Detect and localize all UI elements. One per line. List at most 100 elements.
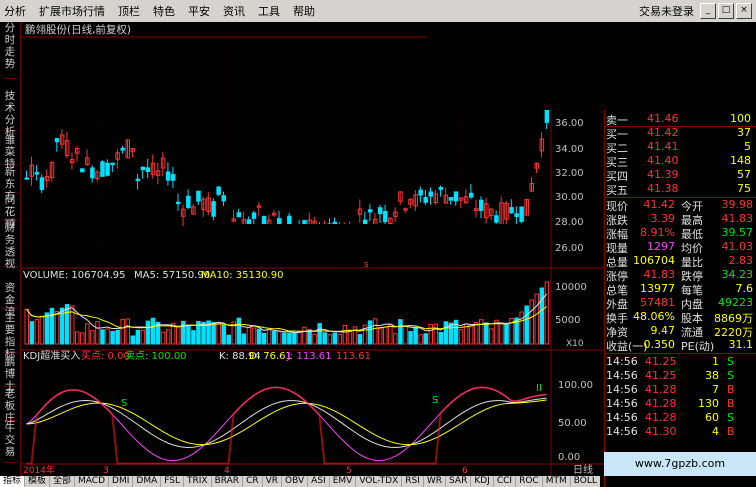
volume-bar: [443, 321, 449, 345]
menu-bar: 分析 扩展市场行情 顶栏 特色 平安 资讯 工具 帮助 交易未登录 _ □ ×: [0, 0, 756, 23]
indicator-tab[interactable]: CCI: [494, 476, 517, 487]
bid-row: 买二 41.41 5: [605, 140, 756, 155]
menu-item[interactable]: 工具: [254, 3, 289, 19]
volume-bar: [221, 324, 226, 345]
left-tab[interactable]: 主要指标: [3, 312, 17, 360]
menu-item[interactable]: 分析: [0, 3, 35, 19]
divider: [605, 353, 756, 354]
maximize-button[interactable]: □: [718, 3, 734, 19]
price-tick: 32.00: [555, 168, 584, 179]
indicator-tab[interactable]: 指标: [0, 476, 26, 487]
left-tab[interactable]: 财务透视: [3, 222, 17, 270]
tick-row: 14:56 41.28 7 B: [605, 383, 756, 397]
volume-bar: [49, 307, 55, 345]
volume-bar: [64, 304, 70, 345]
indicator-tab[interactable]: 全部: [50, 476, 76, 487]
kdj-d: D: 76.61: [249, 351, 292, 362]
tick-price: 41.25: [645, 369, 677, 382]
volume-bar: [29, 321, 35, 345]
candle-body: [378, 207, 383, 215]
volume-bar: [236, 317, 242, 345]
left-tab[interactable]: 资金流: [3, 282, 17, 318]
quote-panel: 卖一 41.46 100 买一 41.42 37 买二 41.41 5 买三 41.40 148 买四 4…: [604, 110, 756, 487]
left-tab[interactable]: 分时走势: [3, 22, 17, 79]
tick-time: 14:56: [606, 369, 638, 382]
left-tab[interactable]: 同花顺: [3, 194, 17, 230]
candle-body: [24, 177, 29, 180]
indicator-tab[interactable]: KDJ: [471, 476, 494, 487]
indicator-tab[interactable]: 模板: [25, 476, 51, 487]
indicator-tab[interactable]: TRIX: [184, 476, 212, 487]
candle-body: [514, 213, 519, 217]
period-label[interactable]: 日线: [566, 461, 600, 476]
close-button[interactable]: ×: [736, 3, 752, 19]
indicator-tab[interactable]: WR: [424, 476, 447, 487]
indicator-tab[interactable]: CR: [243, 476, 263, 487]
volume-bar: [438, 332, 444, 345]
candle-body: [287, 215, 292, 225]
left-tab[interactable]: 鹏博士: [3, 356, 17, 392]
left-tab[interactable]: 新东方: [3, 166, 17, 202]
indicator-tab[interactable]: FSL: [161, 476, 184, 487]
volume-bar: [135, 329, 141, 345]
volume-bar: [241, 333, 247, 345]
menu-item[interactable]: 特色: [149, 3, 184, 19]
indicator-tab-bar: 指标 模板 全部 MACD DMI DMA FSL TRIX BRAR CR VR OBV ASI EMV…: [0, 476, 600, 487]
candle-body: [423, 196, 428, 203]
kdj-s-marker: S: [432, 395, 438, 406]
trade-login-button[interactable]: 交易未登录: [633, 3, 700, 19]
candle-body: [418, 189, 423, 196]
volume-bar: [186, 325, 191, 345]
indicator-tab[interactable]: DMA: [133, 476, 162, 487]
indicator-tab[interactable]: DMI: [109, 476, 134, 487]
candle-body: [251, 212, 257, 219]
candle-body: [453, 191, 459, 202]
left-tab[interactable]: 雏菜特: [3, 134, 17, 170]
indicator-tab[interactable]: VOL-TDX: [356, 476, 403, 487]
bid-volume: 57: [737, 168, 751, 181]
indicator-tab[interactable]: EMV: [330, 476, 357, 487]
bid-price: 41.38: [647, 182, 679, 195]
date-label: 5: [346, 466, 352, 476]
menu-item[interactable]: 扩展市场行情: [35, 3, 114, 19]
tick-direction: B: [727, 383, 735, 396]
menu-item[interactable]: 帮助: [289, 3, 324, 19]
bid-label: 买五: [606, 184, 628, 197]
tick-price: 41.28: [645, 383, 677, 396]
stat-row: 现价 41.42 今开 39.98: [605, 198, 756, 213]
stat-value: 1297: [647, 240, 675, 253]
left-tab[interactable]: 老板庄: [3, 388, 17, 424]
indicator-tab[interactable]: OBV: [282, 476, 309, 487]
left-tab[interactable]: 技术分析: [3, 90, 17, 138]
indicator-tab[interactable]: MTM: [543, 476, 571, 487]
indicator-tab[interactable]: MACD: [75, 476, 110, 487]
ask-volume: 100: [730, 112, 751, 125]
indicator-tab[interactable]: ROC: [516, 476, 543, 487]
minimize-button[interactable]: _: [700, 3, 716, 19]
candle-body: [176, 201, 181, 205]
left-tab[interactable]: 牛交易: [3, 422, 17, 463]
indicator-tab[interactable]: BOLL: [571, 476, 600, 487]
menu-right: 交易未登录 _ □ ×: [633, 3, 756, 19]
stat-value: 7.6: [735, 282, 754, 295]
stat-row: 外盘 57481 内盘 49223: [605, 296, 756, 311]
indicator-tab[interactable]: RSI: [402, 476, 424, 487]
candle-body: [362, 219, 368, 225]
indicator-tab[interactable]: BRAR: [212, 476, 244, 487]
candle-body: [509, 207, 514, 214]
menu-item[interactable]: 平安: [184, 3, 219, 19]
volume-bar: [448, 322, 454, 345]
candle-body: [448, 197, 454, 201]
menu-item[interactable]: 顶栏: [114, 3, 149, 19]
tick-price: 41.30: [645, 425, 677, 438]
indicator-tab[interactable]: VR: [263, 476, 283, 487]
tick-direction: S: [727, 355, 734, 368]
stat-value: 0.350: [643, 338, 676, 351]
tick-row: 14:56 41.28 60 S: [605, 411, 756, 425]
stat-row: 涨幅 8.91% 最低 39.57: [605, 226, 756, 241]
candle-body: [211, 201, 216, 217]
indicator-tab[interactable]: ASI: [308, 476, 330, 487]
indicator-tab[interactable]: SAR: [446, 476, 472, 487]
menu-item[interactable]: 资讯: [219, 3, 254, 19]
candle-body: [165, 171, 171, 181]
